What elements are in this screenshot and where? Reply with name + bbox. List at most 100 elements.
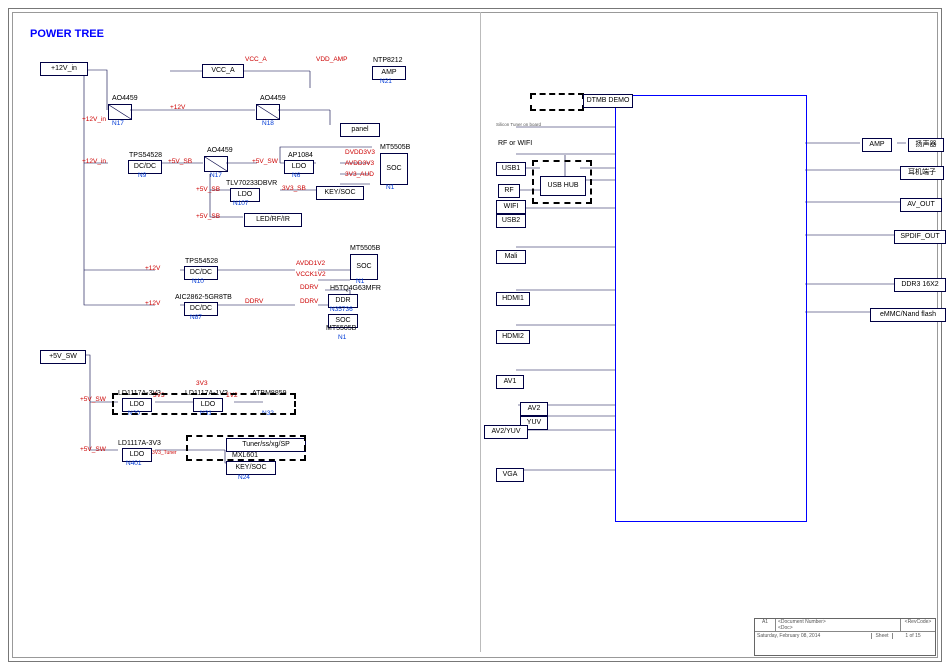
tb-date: Saturday, February 08, 2014	[757, 633, 871, 639]
ref-n1a: N1	[386, 184, 394, 191]
net-3v3tuner: 3V3_Tuner	[152, 450, 177, 456]
tb-rev: <RevCode>	[900, 619, 935, 631]
tb-docnum: <Document Number> <Doc>	[776, 619, 900, 631]
label-tlv70233: TLV70233DBVR	[226, 180, 277, 187]
block-mali: Mali	[496, 250, 526, 264]
port-5v-sw: +5V_SW	[40, 350, 86, 364]
block-avout: AV_OUT	[900, 198, 942, 212]
block-panel: panel	[340, 123, 380, 137]
label-ao4459-2: AO4459	[260, 95, 286, 102]
net-5vsb-3: +5V_SB	[196, 213, 220, 220]
net-12v-3: +12V	[145, 300, 160, 307]
block-n18	[256, 104, 280, 120]
net-avdd1v2: AVDD1V2	[296, 260, 325, 267]
label-h5tq: H5TQ4G63MFR	[330, 285, 381, 292]
net-ddrv-2: DDRV	[300, 298, 318, 305]
block-dtmb: DTMB DEMO	[583, 94, 633, 108]
port-12v-in: +12V_in	[40, 62, 88, 76]
label-mt5505b-b: MT5505B	[350, 245, 380, 252]
ref-n1b: N1	[356, 278, 364, 285]
block-n17a	[108, 104, 132, 120]
tb-sheet-word: Sheet	[871, 633, 892, 639]
block-speaker: 扬声器	[908, 138, 944, 152]
tb-size: A1	[755, 619, 776, 631]
net-5vsb-1: +5V_SB	[168, 158, 192, 165]
block-rf: RF	[498, 184, 520, 198]
block-led-rf-ir: LED/RF/IR	[244, 213, 302, 227]
net-vcck1v2: VCCK1V2	[296, 271, 326, 278]
ref-n9: N9	[138, 172, 146, 179]
block-soc-b: SOC	[350, 254, 378, 280]
net-ddrv-1: DDRV	[245, 298, 263, 305]
ref-n6: N6	[292, 172, 300, 179]
ref-n18: N18	[262, 120, 274, 127]
block-av1: AV1	[496, 375, 524, 389]
dash-group-1	[112, 393, 296, 415]
ref-n87: N87	[190, 314, 202, 321]
tb-sheet: 1 of 15	[892, 633, 933, 639]
ref-n401: N401	[126, 460, 142, 467]
net-3v3sb: 3V3_SB	[282, 185, 306, 192]
tb-doc2-text: <Doc>	[778, 625, 793, 631]
block-amp-out: AMP	[862, 138, 892, 152]
label-ld1117-c: LD1117A-3V3	[118, 440, 161, 447]
net-5vsb-2: +5V_SB	[196, 186, 220, 193]
block-spdif: SPDIF_OUT	[894, 230, 946, 244]
net-ddrv-3: DDRV	[300, 284, 318, 291]
label-rf-or-wifi: RF or WIFI	[498, 140, 532, 147]
net-vcc-a: VCC_A	[245, 56, 267, 63]
dash-group-2	[186, 435, 306, 461]
ref-n17b: N17	[210, 172, 222, 179]
net-5vsw-1: +5V_SW	[252, 158, 278, 165]
label-aic2862: AIC2862-5GR8TB	[175, 294, 232, 301]
label-ap1084: AP1084	[288, 152, 313, 159]
wiring-layer	[0, 0, 950, 672]
block-vcc-a: VCC_A	[202, 64, 244, 78]
ref-n1c: N1	[338, 334, 346, 341]
block-wifi: WIFI	[496, 200, 526, 214]
label-tps54528-a: TPS54528	[129, 152, 162, 159]
block-key-soc-1: KEY/SOC	[316, 186, 364, 200]
dash-group-top	[530, 93, 584, 111]
net-5vsw-3: +5V_SW	[80, 446, 106, 453]
net-vdd-amp: VDD_AMP	[316, 56, 347, 63]
label-ntp8212: NTP8212	[373, 57, 403, 64]
ref-n21: N21	[380, 78, 392, 85]
block-hdmi2: HDMI2	[496, 330, 530, 344]
net-3v3-top: 3V3	[196, 380, 208, 387]
block-vga: VGA	[496, 468, 524, 482]
net-12vin-1: +12V_in	[82, 116, 106, 123]
block-usb1: USB1	[496, 162, 526, 176]
block-usb2: USB2	[496, 214, 526, 228]
block-n17b	[204, 156, 228, 172]
ref-n17a: N17	[112, 120, 124, 127]
block-key-soc-2: KEY/SOC	[226, 461, 276, 475]
block-av2: AV2	[520, 402, 548, 416]
soc-main-box	[615, 95, 807, 522]
ref-n35736: N35736	[330, 306, 353, 313]
net-3v3aud: 3V3_AUD	[345, 171, 374, 178]
net-12vin-2: +12V_in	[82, 158, 106, 165]
net-dvdd3v3: DVDD3V3	[345, 149, 375, 156]
schematic-page: POWER TREE +12V_in +5V_SW VCC_A VCC_A VD…	[0, 0, 950, 672]
net-12v-1: +12V	[170, 104, 185, 111]
label-ao4459-1: AO4459	[112, 95, 138, 102]
block-hdmi1: HDMI1	[496, 292, 530, 306]
block-ddr3: DDR3 16X2	[894, 278, 946, 292]
label-mt5505b-c: MT5505B	[326, 325, 356, 332]
block-emmc: eMMC/Nand flash	[870, 308, 946, 322]
label-silicon-tuner: Silicon Tuner on board	[496, 122, 541, 127]
block-headphone: 耳机端子	[900, 166, 944, 180]
label-mt5505b-a: MT5505B	[380, 144, 410, 151]
label-tps54528-b: TPS54528	[185, 258, 218, 265]
title-block: A1 <Document Number> <Doc> <RevCode> Sat…	[754, 618, 936, 656]
net-12v-2: +12V	[145, 265, 160, 272]
net-5vsw-2: +5V_SW	[80, 396, 106, 403]
block-soc-a: SOC	[380, 153, 408, 185]
net-avdd3v3: AVDD3V3	[345, 160, 374, 167]
label-ao4459-3: AO4459	[207, 147, 233, 154]
dash-usb-hub	[532, 160, 592, 204]
ref-n10: N10	[192, 278, 204, 285]
block-av2yuv: AV2/YUV	[484, 425, 528, 439]
ref-n24: N24	[238, 474, 250, 481]
